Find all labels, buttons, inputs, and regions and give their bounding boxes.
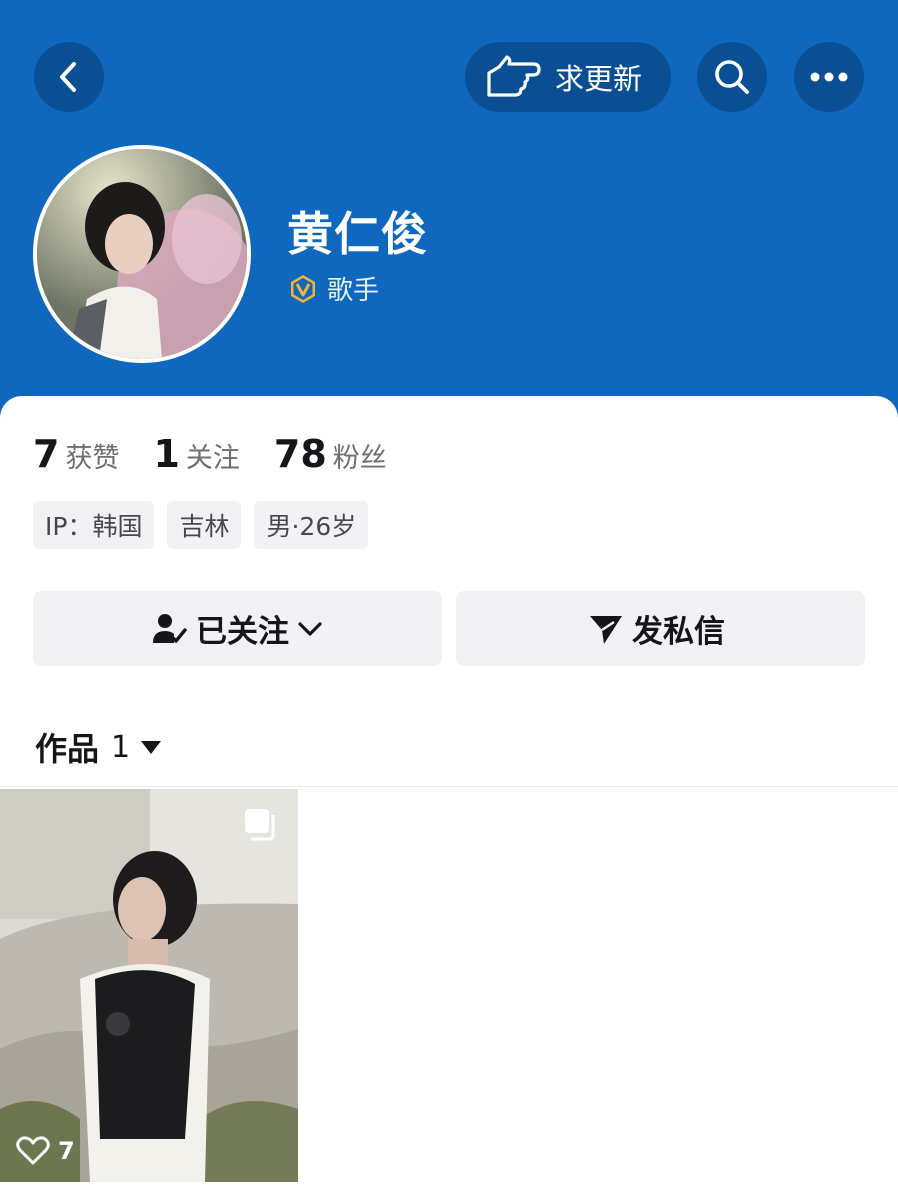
user-check-icon xyxy=(153,613,187,643)
avatar-photo xyxy=(37,149,247,359)
verified-badge-icon xyxy=(291,274,315,303)
work-like-count: 7 xyxy=(16,1136,75,1166)
verified-title: 歌手 xyxy=(327,276,380,306)
tab-divider xyxy=(0,786,898,787)
followers-count[interactable]: 78 xyxy=(274,432,327,476)
followed-button[interactable]: 已关注 xyxy=(33,591,442,666)
search-button[interactable] xyxy=(697,42,767,112)
work-photo xyxy=(0,789,298,1182)
likes-label[interactable]: 获赞 xyxy=(65,436,119,475)
works-count: 1 xyxy=(111,729,131,765)
pointing-hand-icon xyxy=(487,55,541,97)
search-icon xyxy=(715,60,749,94)
request-update-button[interactable]: 求更新 xyxy=(465,42,671,112)
following-label[interactable]: 关注 xyxy=(186,436,240,475)
more-button[interactable] xyxy=(794,42,864,112)
request-update-label: 求更新 xyxy=(555,62,643,96)
chevron-down-icon xyxy=(298,621,322,636)
send-icon xyxy=(590,615,622,644)
send-message-button[interactable]: 发私信 xyxy=(456,591,865,666)
caret-down-icon xyxy=(141,741,162,754)
send-message-label: 发私信 xyxy=(632,614,725,650)
following-count[interactable]: 1 xyxy=(153,432,179,476)
profile-name: 黄仁俊 xyxy=(287,207,428,261)
tag-gender-age: 男·26岁 xyxy=(254,501,369,549)
multi-image-icon xyxy=(245,809,275,841)
followers-label[interactable]: 粉丝 xyxy=(333,436,387,475)
more-dots-icon xyxy=(810,72,848,82)
stats-row: 7 获赞 1 关注 78 粉丝 xyxy=(33,432,421,476)
likes-count[interactable]: 7 xyxy=(33,432,59,476)
like-count-value: 7 xyxy=(58,1137,75,1165)
works-tab[interactable]: 作品 1 xyxy=(35,724,162,770)
avatar[interactable] xyxy=(33,145,251,363)
chevron-left-icon xyxy=(60,62,76,92)
verification-row: 歌手 xyxy=(287,270,379,307)
followed-label: 已关注 xyxy=(196,614,289,650)
tag-location: 吉林 xyxy=(167,501,242,549)
tag-ip: IP：韩国 xyxy=(33,501,155,549)
work-thumbnail[interactable] xyxy=(0,789,298,1182)
heart-icon xyxy=(16,1136,50,1165)
works-tab-label: 作品 xyxy=(35,730,100,768)
profile-tags: IP：韩国 吉林 男·26岁 xyxy=(33,501,381,549)
back-button[interactable] xyxy=(34,42,104,112)
